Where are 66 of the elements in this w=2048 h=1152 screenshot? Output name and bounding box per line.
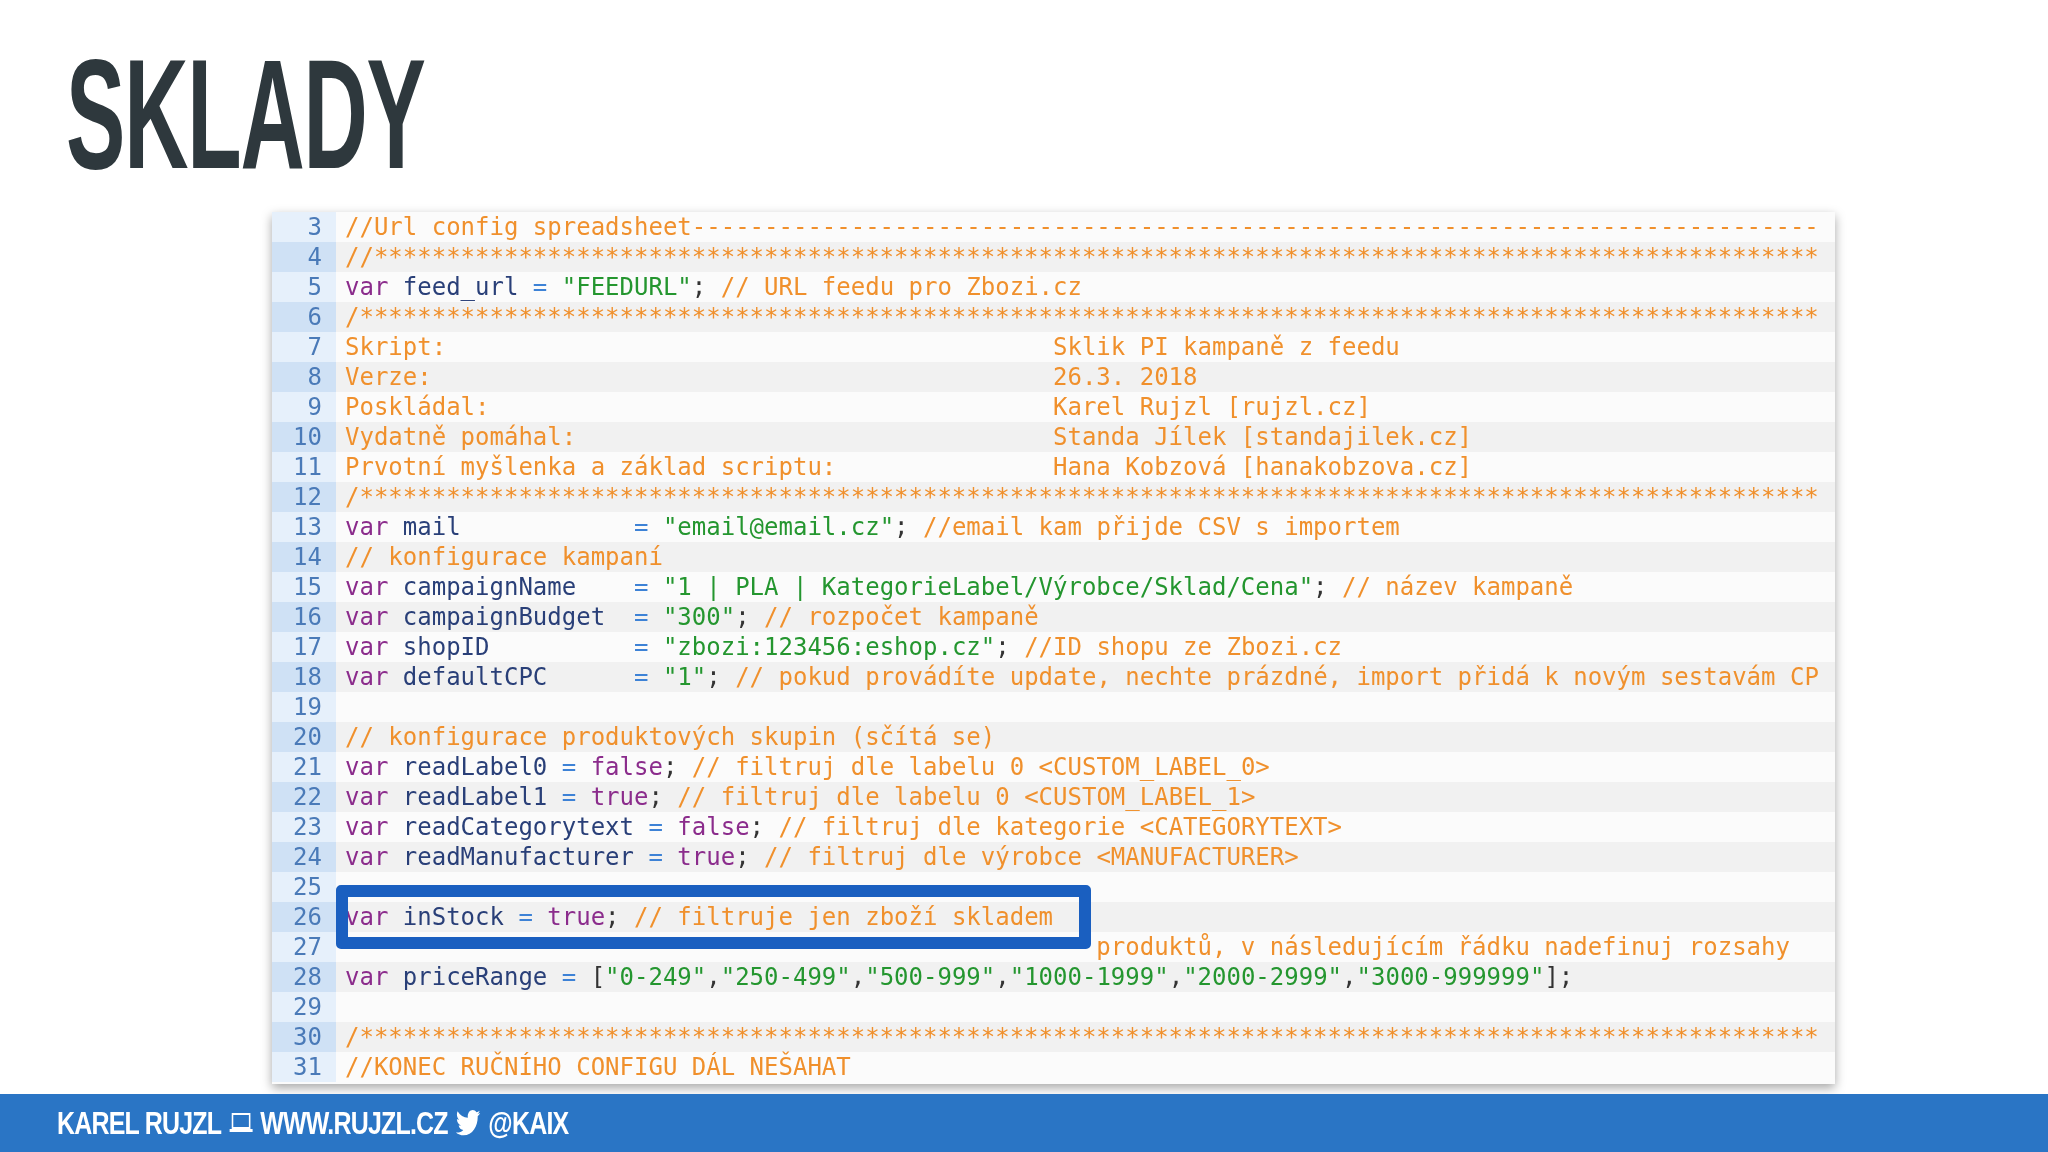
line-number: 23 <box>272 812 336 842</box>
line-number: 9 <box>272 392 336 422</box>
line-number: 18 <box>272 662 336 692</box>
code-line: //Url config spreadsheet------------------------------------------------------------------------------ <box>345 212 1819 242</box>
code-line: /***************************************************************************************************** <box>345 302 1819 332</box>
code-line: var defaultCPC = "1"; // pokud provádíte update, nechte prázdné, import přidá k novým sestavám CP <box>345 662 1819 692</box>
code-comment: Karel Rujzl [rujzl.cz] <box>1053 392 1371 422</box>
line-number: 19 <box>272 692 336 722</box>
laptop-icon <box>229 1113 253 1133</box>
line-number: 3 <box>272 212 336 242</box>
code-line: var mail = "email@email.cz"; //email kam přijde CSV s importem <box>345 512 1400 542</box>
twitter-handle[interactable]: @KAIX <box>488 1104 569 1142</box>
line-number: 5 <box>272 272 336 302</box>
bird-icon <box>455 1110 481 1136</box>
code-line: var shopID = "zbozi:123456:eshop.cz"; //ID shopu ze Zbozi.cz <box>345 632 1343 662</box>
line-number: 25 <box>272 872 336 902</box>
code-line: var readManufacturer = true; // filtruj dle výrobce <MANUFACTURER> <box>345 842 1299 872</box>
code-line: var priceRange = ["0-249","250-499","500-999","1000-1999","2000-2999","3000-999999"]; <box>345 962 1574 992</box>
code-line: /***************************************************************************************************** <box>345 1022 1819 1051</box>
line-number: 11 <box>272 452 336 482</box>
code-line: //**************************************************************************************************** <box>345 242 1819 272</box>
code-line: var readLabel0 = false; // filtruj dle labelu 0 <CUSTOM_LABEL_0> <box>345 752 1270 782</box>
line-number: 15 <box>272 572 336 602</box>
line-number: 4 <box>272 242 336 272</box>
code-comment: Skript: <box>345 332 448 362</box>
code-comment: Prvotní myšlenka a základ scriptu: <box>345 452 838 482</box>
author-name: KAREL RUJZL <box>57 1104 222 1142</box>
code-line: // konfigurace kampaní <box>345 542 663 572</box>
line-number: 24 <box>272 842 336 872</box>
code-line: var feed_url = "FEEDURL"; // URL feedu pro Zbozi.cz <box>345 272 1082 302</box>
line-number: 10 <box>272 422 336 452</box>
code-comment: Sklik PI kampaně z feedu <box>1053 332 1400 362</box>
code-comment: Verze: <box>345 362 433 392</box>
code-comment: Poskládal: <box>345 392 491 422</box>
code-line: var inStock = true; // filtruje jen zboží skladem <box>345 902 1054 932</box>
line-number: 14 <box>272 542 336 572</box>
line-number: 28 <box>272 962 336 992</box>
code-comment: Vydatně pomáhal: <box>345 422 578 452</box>
line-number: 8 <box>272 362 336 392</box>
code-comment: Hana Kobzová [hanakobzova.cz] <box>1053 452 1473 482</box>
line-number: 12 <box>272 482 336 512</box>
line-number: 17 <box>272 632 336 662</box>
line-number: 13 <box>272 512 336 542</box>
code-line: /***************************************************************************************************** <box>345 482 1819 512</box>
line-number: 21 <box>272 752 336 782</box>
code-line: // konfigurace produktových skupin (sčítá se) <box>345 722 996 752</box>
code-comment: 26.3. 2018 <box>1053 362 1198 392</box>
line-number: 27 <box>272 932 336 962</box>
code-line: var readCategorytext = false; // filtruj dle kategorie <CATEGORYTEXT> <box>345 812 1343 842</box>
line-number: 26 <box>272 902 336 932</box>
website-link[interactable]: WWW.RUJZL.CZ <box>260 1104 448 1142</box>
code-line: //KONEC RUČNÍHO CONFIGU DÁL NEŠAHAT <box>345 1052 851 1082</box>
line-number: 20 <box>272 722 336 752</box>
code-comment: Standa Jílek [standajilek.cz] <box>1053 422 1473 452</box>
line-number: 7 <box>272 332 336 362</box>
code-line: var campaignName = "1 | PLA | KategorieLabel/Výrobce/Sklad/Cena"; // název kampaně <box>345 572 1574 602</box>
line-number: 31 <box>272 1052 336 1082</box>
line-number: 16 <box>272 602 336 632</box>
code-line: var readLabel1 = true; // filtruj dle labelu 0 <CUSTOM_LABEL_1> <box>345 782 1256 812</box>
code-line: produktů, v následujícím řádku nadefinuj rozsahy <box>1095 932 1790 962</box>
line-number: 30 <box>272 1022 336 1052</box>
line-number: 6 <box>272 302 336 332</box>
code-line: var campaignBudget = "300"; // rozpočet kampaně <box>345 602 1039 632</box>
line-number: 29 <box>272 992 336 1022</box>
line-number: 22 <box>272 782 336 812</box>
slide-title: SKLADY <box>66 36 425 192</box>
